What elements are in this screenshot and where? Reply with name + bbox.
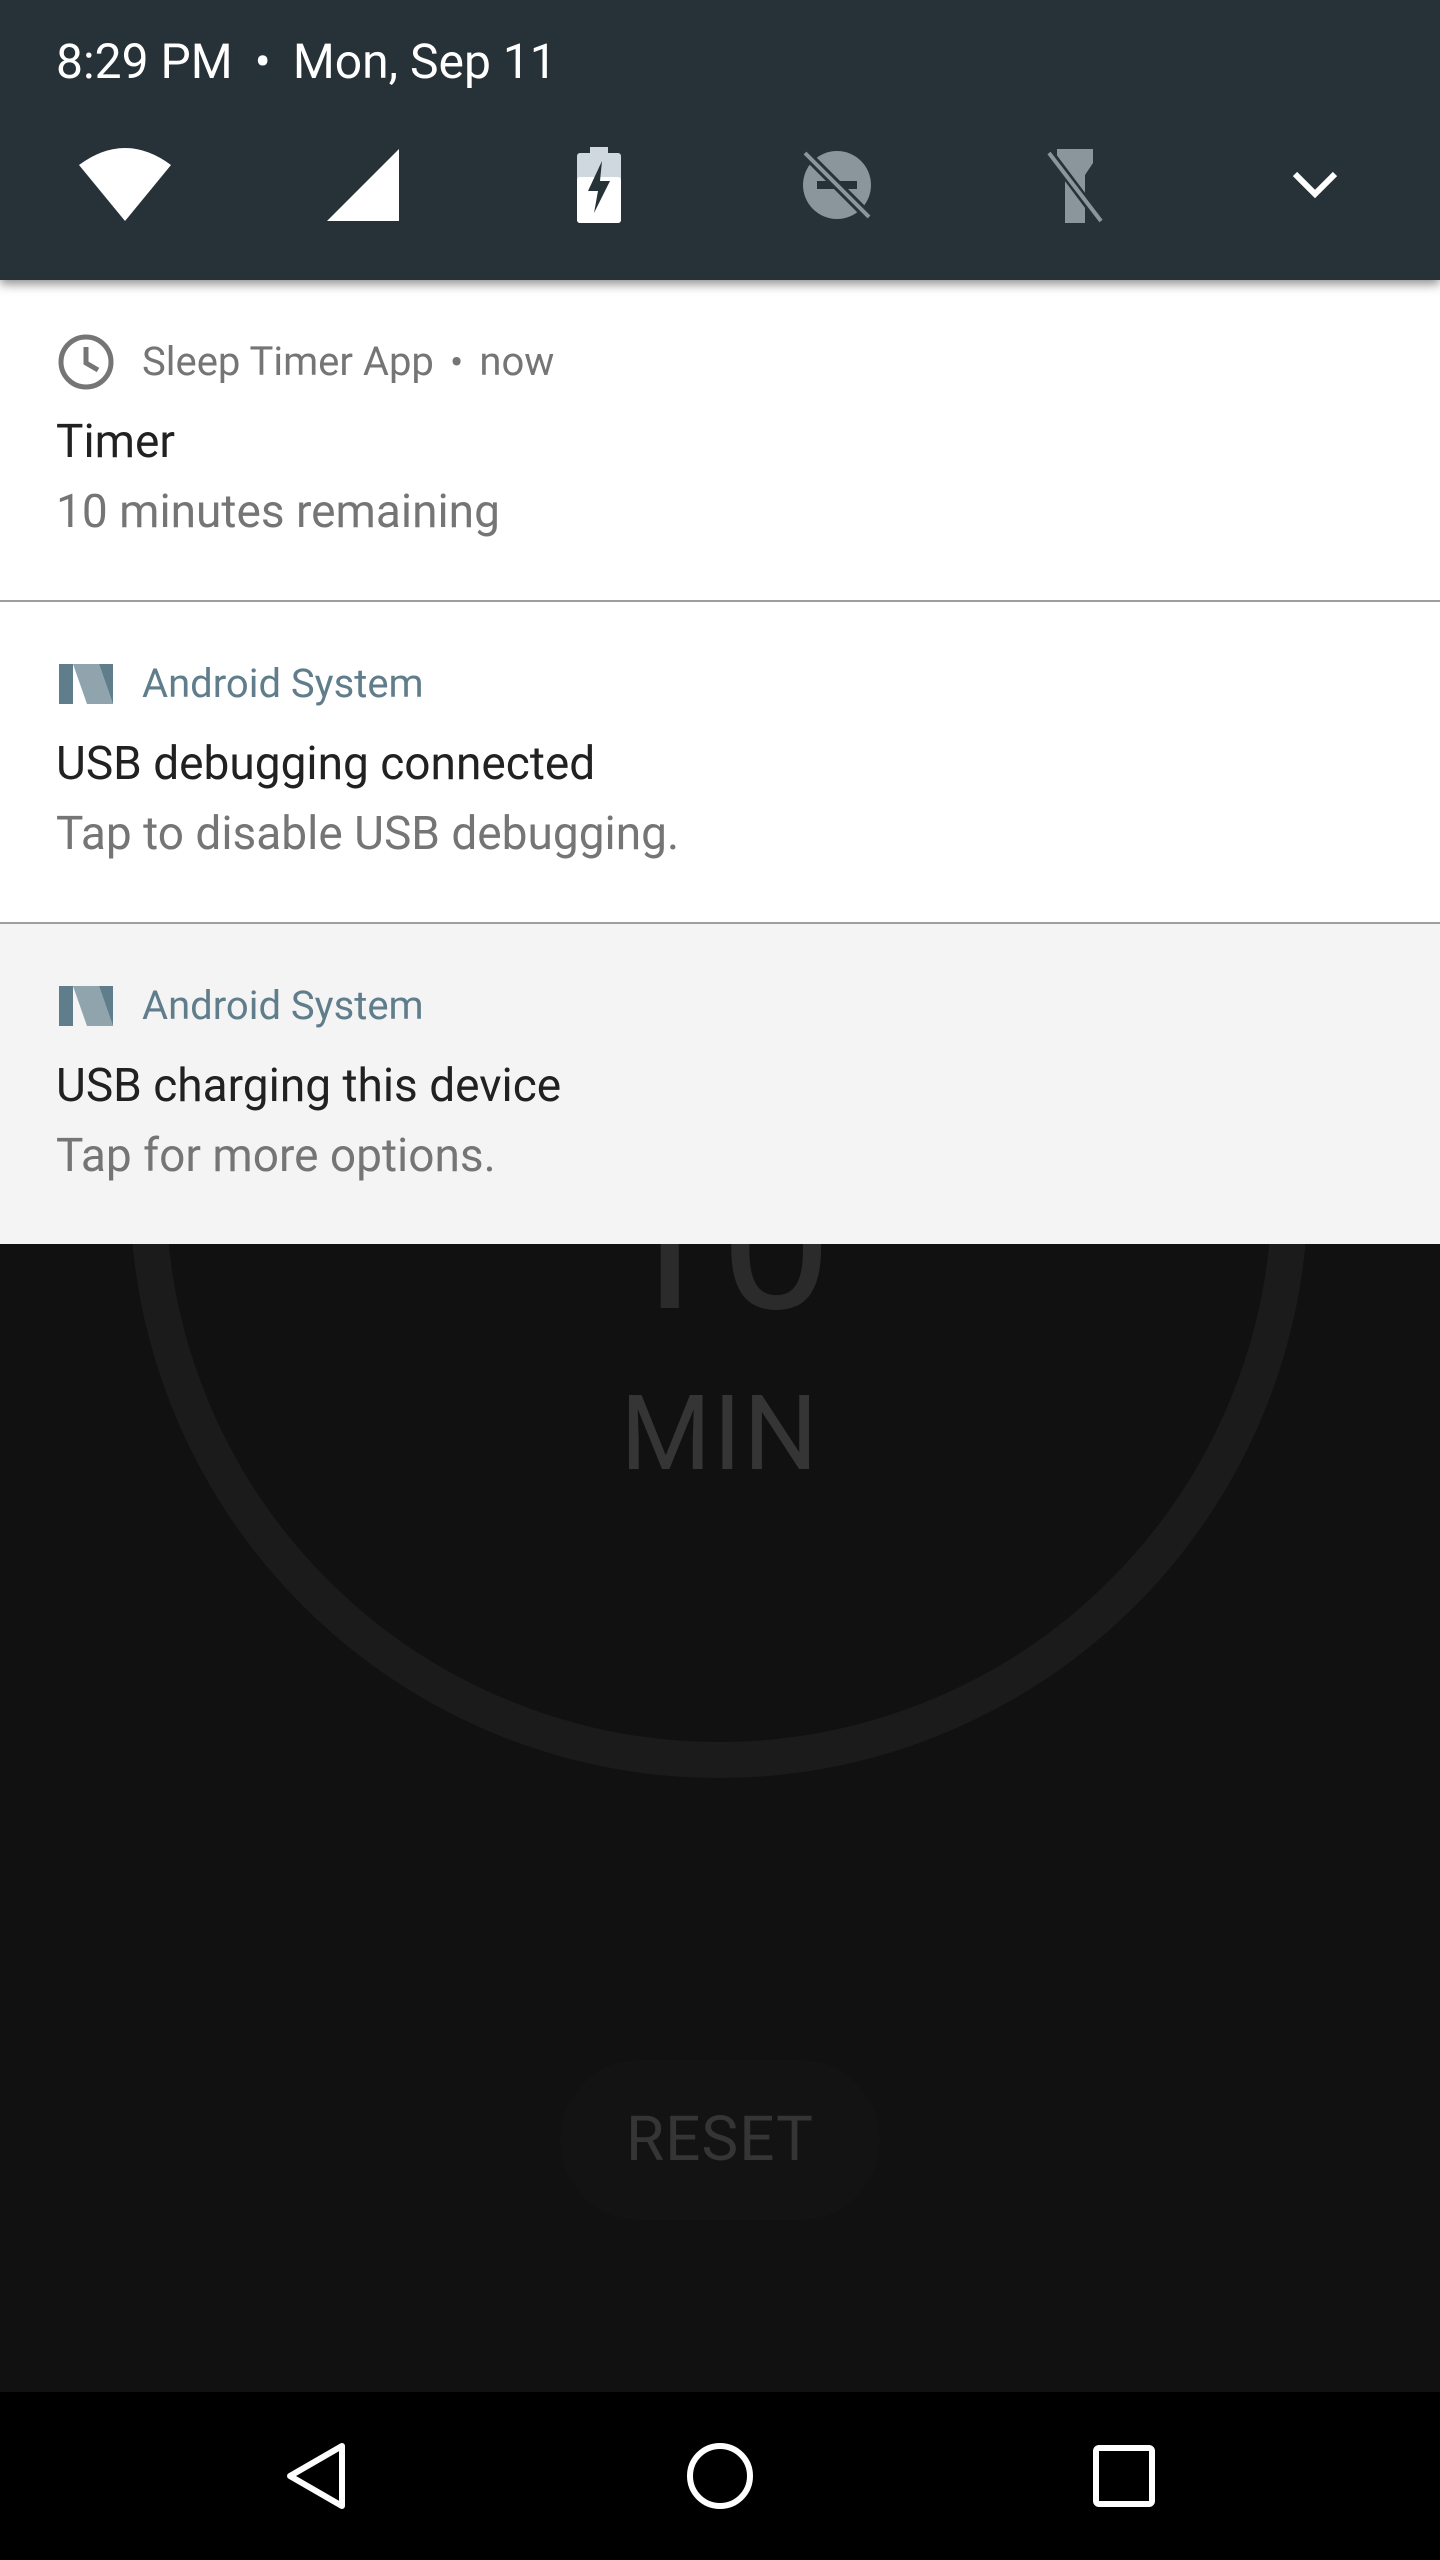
- status-date[interactable]: Mon, Sep 11: [293, 33, 557, 90]
- notification-title: USB debugging connected: [56, 737, 596, 791]
- expand-quick-settings-button[interactable]: [1260, 130, 1370, 240]
- timer-unit-label: MIN: [620, 1374, 820, 1495]
- notification-sleep-timer[interactable]: Sleep Timer App • now Timer 10 minutes r…: [0, 280, 1440, 602]
- wifi-tile[interactable]: [70, 130, 180, 240]
- status-separator: •: [254, 33, 271, 90]
- notification-app-name: Android System: [142, 982, 424, 1029]
- android-n-logo-icon: [56, 976, 116, 1036]
- recents-button[interactable]: [1054, 2406, 1194, 2546]
- notification-header: Sleep Timer App • now: [56, 332, 554, 392]
- notification-shade-header: 8:29 PM • Mon, Sep 11: [0, 0, 1440, 280]
- reset-button[interactable]: RESET: [560, 2060, 880, 2220]
- notification-header: Android System: [56, 976, 424, 1036]
- do-not-disturb-tile[interactable]: [782, 130, 892, 240]
- wifi-icon: [79, 148, 171, 221]
- battery-tile[interactable]: [544, 130, 654, 240]
- notification-title: Timer: [56, 415, 175, 469]
- notification-usb-charging[interactable]: Android System USB charging this device …: [0, 924, 1440, 1244]
- android-n-logo-icon: [56, 654, 116, 714]
- notification-list: Sleep Timer App • now Timer 10 minutes r…: [0, 280, 1440, 1244]
- do-not-disturb-off-icon: [803, 151, 871, 219]
- notification-text: Tap for more options.: [56, 1129, 496, 1183]
- notification-app-name: Sleep Timer App: [142, 338, 434, 385]
- cellular-signal-icon: [327, 149, 399, 221]
- status-datetime: 8:29 PM • Mon, Sep 11: [56, 30, 557, 94]
- notification-text: 10 minutes remaining: [56, 485, 500, 539]
- notification-header: Android System: [56, 654, 424, 714]
- notification-separator: •: [449, 338, 464, 386]
- chevron-down-icon: [1292, 171, 1338, 199]
- notification-text: Tap to disable USB debugging.: [56, 807, 680, 861]
- back-icon: [287, 2443, 345, 2509]
- home-button[interactable]: [650, 2406, 790, 2546]
- flashlight-off-icon: [1047, 149, 1103, 223]
- back-button[interactable]: [246, 2406, 386, 2546]
- flashlight-tile[interactable]: [1020, 130, 1130, 240]
- notification-time: now: [479, 338, 555, 385]
- screen: 10 MIN RESET 8:29 PM•Mon, Sep 11: [0, 0, 1440, 2560]
- cellular-tile[interactable]: [308, 130, 418, 240]
- notification-app-name: Android System: [142, 660, 424, 707]
- battery-charging-icon: [577, 147, 621, 223]
- notification-title: USB charging this device: [56, 1059, 562, 1113]
- home-icon: [687, 2443, 753, 2509]
- quick-settings-row: [0, 130, 1440, 240]
- status-time: 8:29 PM: [56, 33, 233, 90]
- notification-usb-debugging[interactable]: Android System USB debugging connected T…: [0, 602, 1440, 924]
- recents-icon: [1093, 2445, 1155, 2507]
- clock-icon: [56, 332, 116, 392]
- navigation-bar: [0, 2392, 1440, 2560]
